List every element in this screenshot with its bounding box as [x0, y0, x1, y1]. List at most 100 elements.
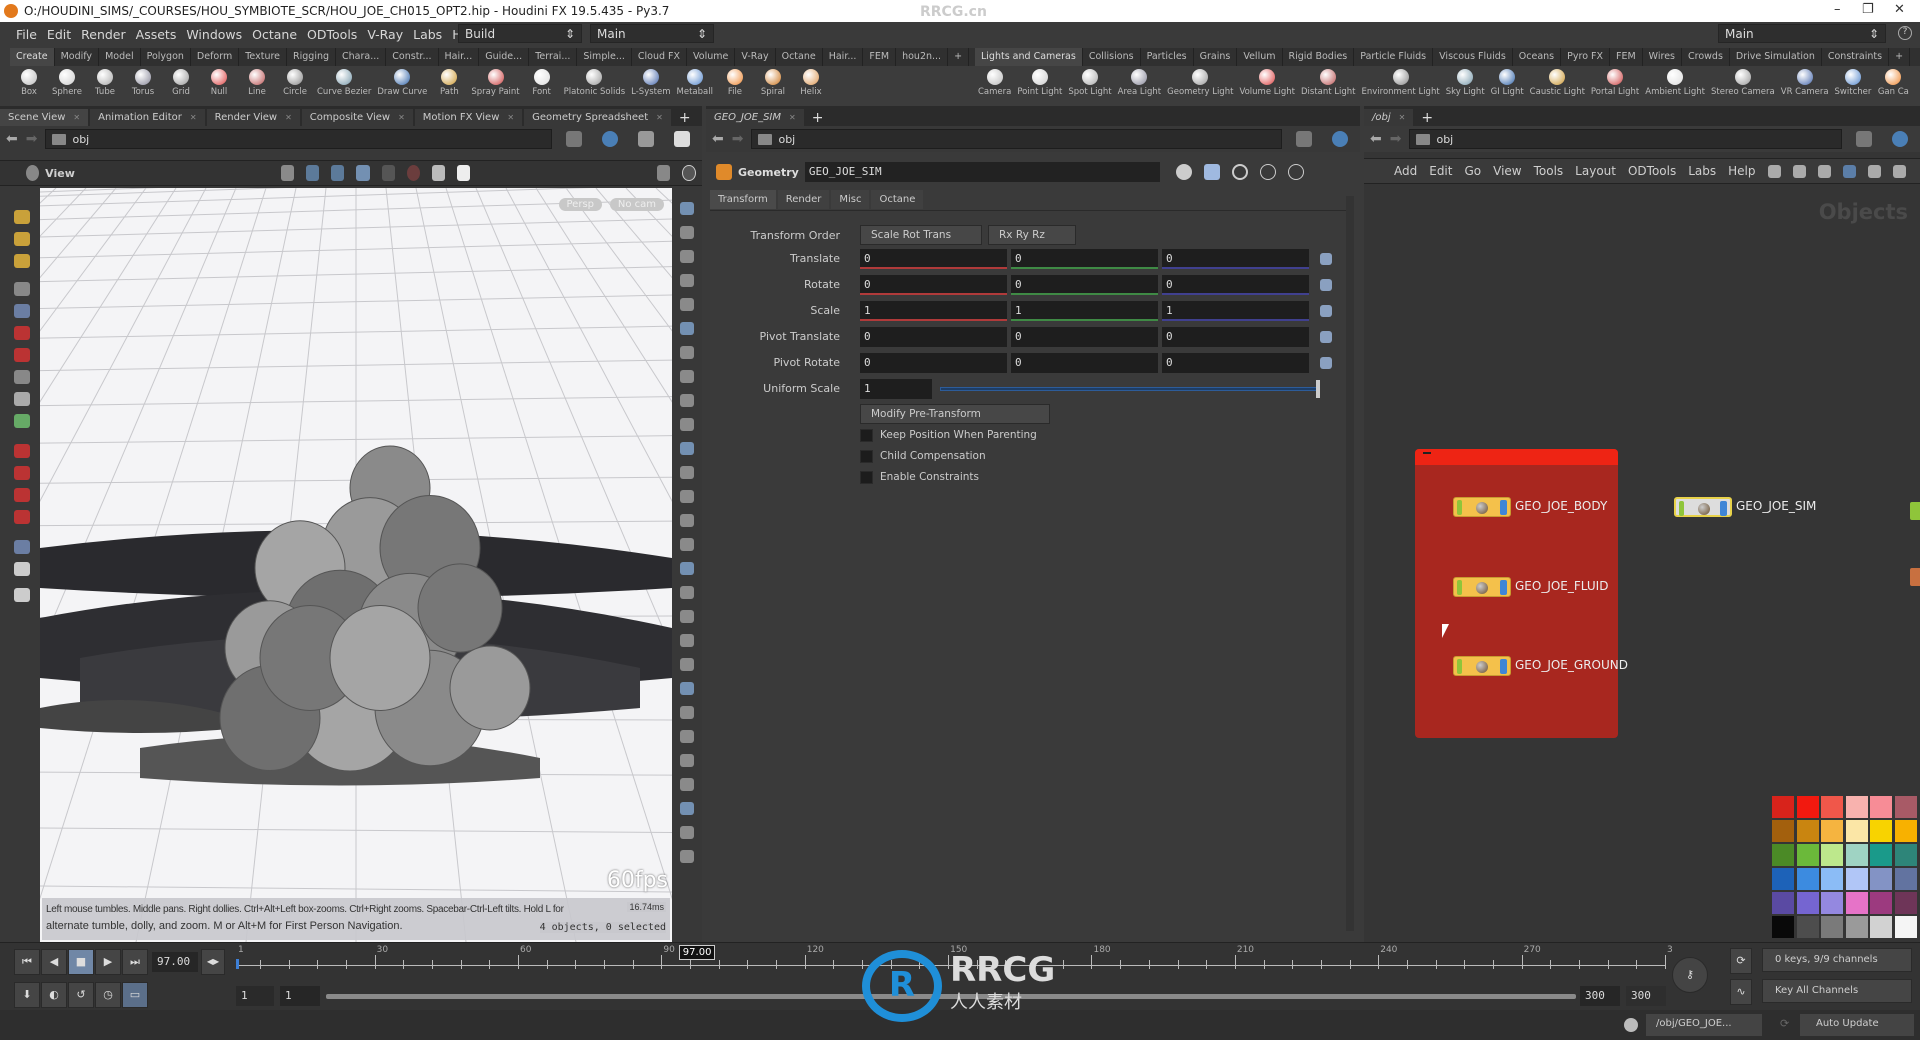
- tab-geometry-spreadsheet[interactable]: Geometry Spreadsheet ✕: [524, 109, 671, 126]
- network-box[interactable]: [1415, 449, 1618, 738]
- scale-x-field[interactable]: 1: [860, 301, 1007, 321]
- viewport-tool-3-icon[interactable]: [14, 282, 30, 296]
- shelf-tool-circle[interactable]: Circle: [276, 66, 314, 106]
- shelf-tab-particles[interactable]: Particles: [1141, 48, 1194, 66]
- shelf-tool-gan-ca[interactable]: Gan Ca: [1874, 66, 1912, 106]
- network-menu-labs[interactable]: Labs: [1688, 164, 1716, 178]
- shelf-tab-hou2n[interactable]: hou2n...: [896, 48, 949, 66]
- viewport-tool-8-icon[interactable]: [14, 392, 30, 406]
- viewport-tool-10-icon[interactable]: [14, 444, 30, 458]
- audio-button[interactable]: ◐: [41, 982, 67, 1008]
- menu-labs[interactable]: Labs: [413, 27, 442, 42]
- keys-channels-menu[interactable]: 0 keys, 9/9 channels: [1762, 948, 1912, 972]
- restore-button[interactable]: ❐: [1862, 2, 1874, 17]
- shelf-tab-particle-fluids[interactable]: Particle Fluids: [1354, 48, 1434, 66]
- param-tab-octane[interactable]: Octane: [871, 190, 924, 209]
- range-end-field[interactable]: 300: [1580, 986, 1620, 1006]
- color-swatch[interactable]: [1845, 820, 1868, 842]
- viewport-tool-5-icon[interactable]: [14, 326, 30, 340]
- info-icon[interactable]: [1259, 164, 1276, 180]
- shelf-tool-point-light[interactable]: Point Light: [1014, 66, 1065, 106]
- key-icon[interactable]: ⚷: [1672, 957, 1708, 993]
- range-start-field[interactable]: 1: [236, 986, 274, 1006]
- camera-menu[interactable]: No cam: [609, 198, 664, 211]
- display-option-11-icon[interactable]: [680, 466, 694, 479]
- shelf-tool-metaball[interactable]: Metaball: [674, 66, 716, 106]
- color-swatch[interactable]: [1894, 868, 1917, 890]
- color-swatch[interactable]: [1845, 868, 1868, 890]
- close-tab-icon[interactable]: ✕: [656, 113, 663, 122]
- color-swatch[interactable]: [1894, 916, 1917, 938]
- display-option-5-icon[interactable]: [680, 322, 694, 335]
- color-swatch[interactable]: [1870, 820, 1892, 842]
- display-option-21-icon[interactable]: [680, 706, 694, 719]
- shelf-tool-spot-light[interactable]: Spot Light: [1065, 66, 1114, 106]
- realtime-button[interactable]: ◷: [95, 982, 121, 1008]
- shelf-tab-polygon[interactable]: Polygon: [141, 48, 191, 66]
- viewport-tool-15-icon[interactable]: [14, 562, 30, 576]
- pivot-rotate-handle-icon[interactable]: [1320, 357, 1332, 369]
- color-swatch[interactable]: [1894, 796, 1917, 818]
- tree-view-icon[interactable]: [1792, 164, 1806, 178]
- param-scrollbar[interactable]: [1346, 196, 1354, 931]
- child-compensation-checkbox[interactable]: [860, 450, 873, 463]
- pin-icon[interactable]: [566, 131, 582, 147]
- scene-path-field[interactable]: obj: [45, 129, 552, 149]
- modify-pre-transform-menu[interactable]: Modify Pre-Transform: [860, 404, 1050, 424]
- viewport-tool-4-icon[interactable]: [14, 304, 30, 318]
- shelf-tab-texture[interactable]: Texture: [239, 48, 288, 66]
- menu-vray[interactable]: V-Ray: [367, 27, 403, 42]
- shelf-tab-terrai[interactable]: Terrai...: [529, 48, 578, 66]
- shelf-tool-volume-light[interactable]: Volume Light: [1236, 66, 1298, 106]
- rotate-handle-icon[interactable]: [1320, 279, 1332, 291]
- shelf-tool-draw-curve[interactable]: Draw Curve: [374, 66, 430, 106]
- shelf-tool-stereo-camera[interactable]: Stereo Camera: [1708, 66, 1778, 106]
- shelf-tool-distant-light[interactable]: Distant Light: [1298, 66, 1359, 106]
- network-pane[interactable]: /obj ✕ + ⬅ ➡ obj Add Edit Go View Tools Layout OD…: [1364, 106, 1920, 942]
- shelf-tab-lights-and-cameras[interactable]: Lights and Cameras: [975, 48, 1083, 66]
- viewport[interactable]: Persp No cam 60fps Left mouse tumbles. M…: [40, 188, 672, 942]
- snap-icon[interactable]: [331, 165, 345, 181]
- color-swatch[interactable]: [1821, 868, 1843, 890]
- tab-geo-joe-sim[interactable]: GEO_JOE_SIM ✕: [706, 109, 804, 126]
- color-swatch[interactable]: [1894, 820, 1917, 842]
- loop-button[interactable]: ↺: [68, 982, 94, 1008]
- pivot-rotate-x-field[interactable]: 0: [860, 353, 1007, 373]
- viewport-tool-14-icon[interactable]: [14, 540, 30, 554]
- display-option-3-icon[interactable]: [680, 274, 694, 287]
- link-icon[interactable]: [602, 131, 618, 147]
- menu-octane[interactable]: Octane: [252, 27, 297, 42]
- shelf-tool-l-system[interactable]: L-System: [628, 66, 673, 106]
- tab-obj[interactable]: /obj ✕: [1364, 109, 1414, 126]
- display-option-25-icon[interactable]: [680, 802, 694, 815]
- shelf-tool-curve-bezier[interactable]: Curve Bezier: [314, 66, 374, 106]
- color-swatch[interactable]: [1772, 892, 1794, 914]
- update-mode-menu[interactable]: Auto Update: [1800, 1014, 1914, 1036]
- color-swatch[interactable]: [1870, 892, 1892, 914]
- range-end-field-2[interactable]: 300: [1626, 986, 1666, 1006]
- shelf-tool-ambient-light[interactable]: Ambient Light: [1642, 66, 1708, 106]
- display-option-16-icon[interactable]: [680, 586, 694, 599]
- offscreen-node[interactable]: [1910, 568, 1920, 586]
- shelf-tab-guide[interactable]: Guide...: [479, 48, 530, 66]
- color-swatch[interactable]: [1845, 916, 1868, 938]
- key-tool-button[interactable]: ⬇: [14, 982, 40, 1008]
- display-option-26-icon[interactable]: [680, 826, 694, 839]
- shelf-tab-wires[interactable]: Wires: [1643, 48, 1682, 66]
- color-swatch[interactable]: [1796, 844, 1819, 866]
- scale-handle-icon[interactable]: [1320, 305, 1332, 317]
- display-option-9-icon[interactable]: [680, 418, 694, 431]
- display-option-6-icon[interactable]: [680, 346, 694, 359]
- pin-icon[interactable]: [1856, 131, 1872, 147]
- shelf-tab-v-ray[interactable]: V-Ray: [735, 48, 776, 66]
- viewport-tool-6-icon[interactable]: [14, 348, 30, 362]
- shelf-tab-model[interactable]: Model: [99, 48, 141, 66]
- add-shelf-icon[interactable]: +: [948, 48, 970, 66]
- shelf-tab-drive-simulation[interactable]: Drive Simulation: [1730, 48, 1822, 66]
- record-icon[interactable]: [406, 165, 420, 181]
- shelf-tool-tube[interactable]: Tube: [86, 66, 124, 106]
- shelf-tool-grid[interactable]: Grid: [162, 66, 200, 106]
- key-mode-menu[interactable]: Key All Channels: [1762, 979, 1912, 1003]
- back-arrow-icon[interactable]: ⬅: [712, 131, 724, 147]
- shelf-tool-switcher[interactable]: Switcher: [1832, 66, 1875, 106]
